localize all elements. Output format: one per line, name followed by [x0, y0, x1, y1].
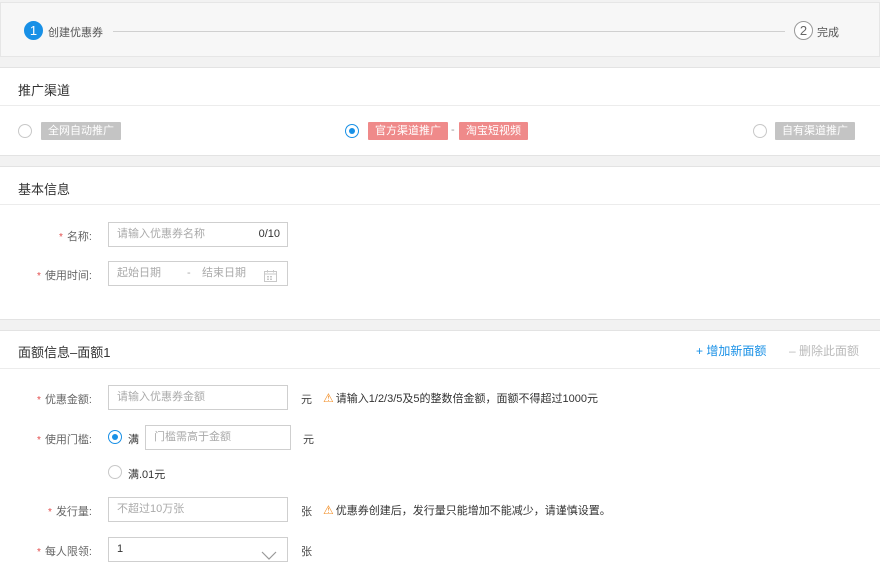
channel-auto-tag[interactable]: 全网自动推广 — [41, 122, 121, 140]
channel-subtype-tag[interactable]: 淘宝短视频 — [459, 122, 528, 140]
required-marker: * — [59, 232, 63, 243]
coupon-amount-input[interactable]: 请输入优惠券金额 — [108, 385, 288, 410]
denomination-title: 面额信息–面额1 — [18, 345, 111, 360]
threshold-unit: 元 — [303, 434, 314, 446]
add-denomination-button[interactable]: + 增加新面额 — [696, 342, 766, 359]
per-person-limit-label: * 每人限领: — [37, 546, 92, 558]
radio-threshold-none[interactable] — [108, 465, 122, 479]
step-connector-line — [113, 31, 785, 32]
channel-own-tag[interactable]: 自有渠道推广 — [775, 122, 855, 140]
start-date-field[interactable]: 起始日期 — [117, 267, 161, 279]
step-1-label: 创建优惠券 — [48, 27, 103, 39]
basic-info-panel: 基本信息 * 名称: 请输入优惠券名称 0/10 * 使用时间: 起始日期 - 结束… — [0, 166, 880, 320]
radio-channel-own[interactable] — [753, 124, 767, 138]
step-1-indicator: 1 — [24, 21, 43, 40]
required-marker: * — [37, 435, 41, 446]
name-label: * 名称: — [59, 231, 92, 243]
radio-channel-auto[interactable] — [18, 124, 32, 138]
issue-unit: 张 — [301, 506, 312, 518]
end-date-field[interactable]: 结束日期 — [202, 262, 246, 285]
date-separator: - — [187, 267, 191, 279]
threshold-amount-input[interactable]: 门槛需高于金额 — [145, 425, 291, 450]
per-person-limit-select[interactable]: 1 — [108, 537, 288, 562]
channel-official-tag[interactable]: 官方渠道推广 — [368, 122, 448, 140]
time-label: * 使用时间: — [37, 270, 92, 282]
channel-separator: - — [451, 124, 455, 136]
step-2-indicator: 2 — [794, 21, 813, 40]
coupon-name-input[interactable]: 请输入优惠券名称 0/10 — [108, 222, 288, 247]
calendar-icon[interactable] — [264, 268, 277, 291]
step-2-label: 完成 — [817, 27, 839, 39]
channel-panel: 推广渠道 全网自动推广 官方渠道推广 - 淘宝短视频 自有渠道推广 — [0, 67, 880, 156]
basic-info-title: 基本信息 — [18, 182, 71, 197]
issue-quantity-label: * 发行量: — [48, 506, 92, 518]
channel-title: 推广渠道 — [18, 83, 71, 98]
warning-icon: ⚠ — [323, 391, 334, 405]
amount-warning: ⚠ 请输入1/2/3/5及5的整数倍金额，面额不得超过1000元 — [323, 391, 598, 405]
amount-unit: 元 — [301, 394, 312, 406]
required-marker: * — [37, 271, 41, 282]
divider — [0, 204, 880, 205]
divider — [0, 368, 880, 369]
char-counter: 0/10 — [258, 228, 280, 240]
denomination-panel: 面额信息–面额1 + 增加新面额 – 删除此面额 * 优惠金额: 请输入优惠券金额… — [0, 330, 880, 587]
delete-denomination-button[interactable]: – 删除此面额 — [789, 342, 859, 359]
radio-channel-official[interactable] — [345, 124, 359, 138]
limit-unit: 张 — [301, 546, 312, 558]
threshold-option2-label: 满.01元 — [128, 469, 166, 481]
warning-icon: ⚠ — [323, 503, 334, 517]
required-marker: * — [37, 395, 41, 406]
amount-label: * 优惠金额: — [37, 394, 92, 406]
chevron-down-icon — [261, 546, 277, 569]
divider — [0, 105, 880, 106]
threshold-option-label: 满 — [128, 434, 139, 446]
required-marker: * — [48, 507, 52, 518]
date-range-picker[interactable]: 起始日期 - 结束日期 — [108, 261, 288, 286]
issue-warning: ⚠ 优惠券创建后，发行量只能增加不能减少，请谨慎设置。 — [323, 503, 611, 517]
step-progress-bar: 1 创建优惠券 2 完成 — [0, 2, 880, 57]
radio-threshold-full[interactable] — [108, 430, 122, 444]
threshold-label: * 使用门槛: — [37, 434, 92, 446]
issue-quantity-input[interactable]: 不超过10万张 — [108, 497, 288, 522]
required-marker: * — [37, 547, 41, 558]
